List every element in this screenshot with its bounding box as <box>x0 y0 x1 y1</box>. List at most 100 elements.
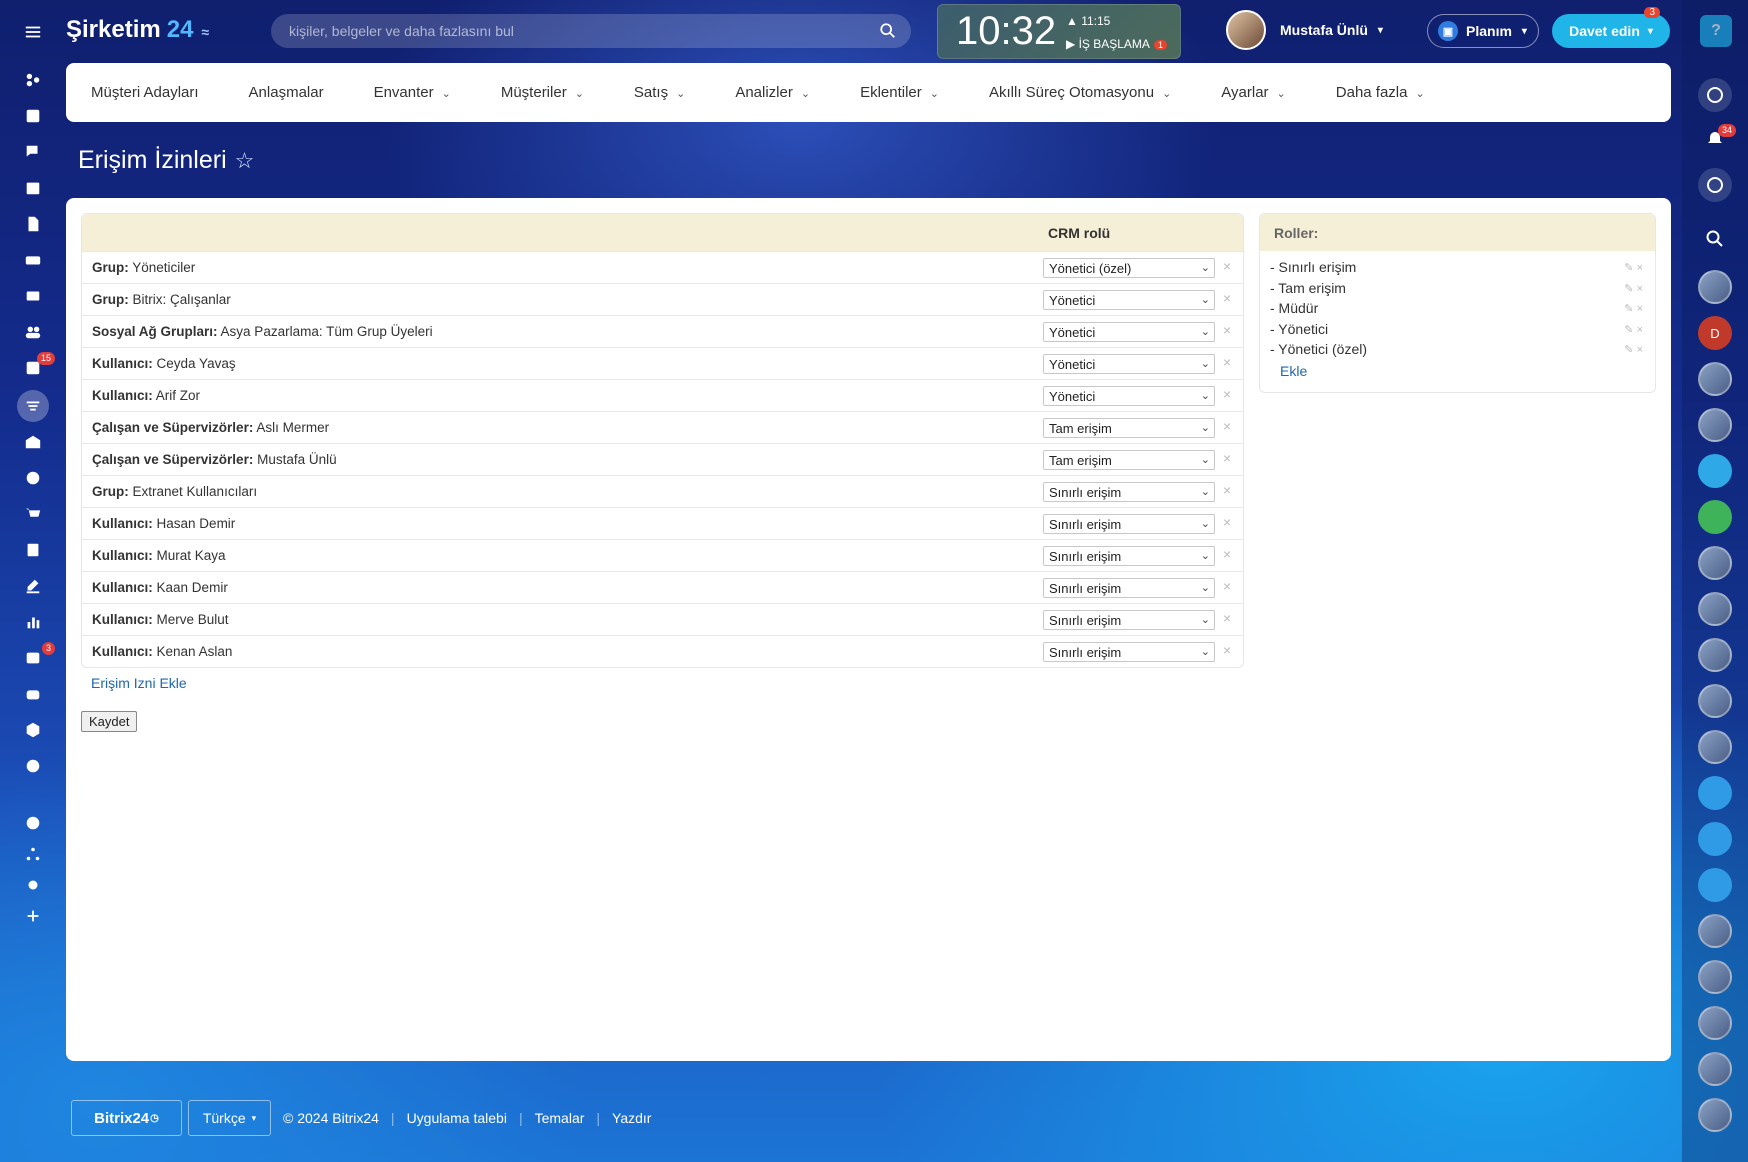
save-button[interactable]: Kaydet <box>81 711 138 732</box>
contact-avatar[interactable] <box>1698 1052 1732 1086</box>
contact-avatar[interactable]: D <box>1698 316 1732 350</box>
add-permission-link[interactable]: Erişim Izni Ekle <box>91 675 187 691</box>
sign-icon[interactable] <box>17 570 49 602</box>
contact-avatar[interactable] <box>1698 270 1732 304</box>
crm-icon[interactable] <box>17 390 49 422</box>
role-select[interactable]: Tam erişim ⌄ <box>1043 418 1215 438</box>
remove-icon[interactable]: × <box>1223 450 1231 466</box>
footer-logo[interactable]: Bitrix24 ◷ <box>71 1100 182 1136</box>
calendar-icon[interactable] <box>17 172 49 204</box>
language-selector[interactable]: Türkçe ▾ <box>188 1100 271 1136</box>
menu-item-6[interactable]: Eklentiler ⌄ <box>860 84 939 101</box>
themes-link[interactable]: Temalar <box>535 1110 585 1126</box>
chat-icon[interactable] <box>17 136 49 168</box>
remove-icon[interactable]: × <box>1223 418 1231 434</box>
edit-icon[interactable]: ✎ <box>1624 262 1633 274</box>
contacts-icon[interactable]: 3 <box>17 642 55 674</box>
remove-icon[interactable]: × <box>1223 322 1231 338</box>
menu-item-9[interactable]: Daha fazla ⌄ <box>1336 84 1425 101</box>
remove-icon[interactable]: × <box>1223 386 1231 402</box>
add-role-link[interactable]: Ekle <box>1280 363 1645 379</box>
delete-icon[interactable]: × <box>1637 303 1643 315</box>
work-clock[interactable]: 10:32 ▲ 11:15 ▶ İŞ BAŞLAMA 1 <box>937 4 1181 59</box>
contact-avatar[interactable] <box>1698 1006 1732 1040</box>
drive-icon[interactable] <box>17 244 49 276</box>
remove-icon[interactable]: × <box>1223 642 1231 658</box>
contact-avatar[interactable] <box>1698 684 1732 718</box>
messenger-icon[interactable] <box>1698 168 1732 202</box>
role-select[interactable]: Yönetici ⌄ <box>1043 386 1215 406</box>
copilot-icon[interactable] <box>1698 78 1732 112</box>
edit-icon[interactable]: ✎ <box>1624 303 1633 315</box>
bell-icon[interactable]: 34 <box>1698 122 1736 156</box>
role-select[interactable]: Sınırlı erişim ⌄ <box>1043 642 1215 662</box>
user-icon[interactable] <box>1698 776 1732 810</box>
menu-item-1[interactable]: Anlaşmalar <box>249 84 324 101</box>
workday-start[interactable]: ▶ İŞ BAŞLAMA 1 <box>1066 37 1167 51</box>
contact-avatar[interactable] <box>1698 638 1732 672</box>
remove-icon[interactable]: × <box>1223 482 1231 498</box>
search-icon[interactable] <box>1698 222 1732 256</box>
star-icon[interactable]: ☆ <box>235 148 255 173</box>
logo[interactable]: Şirketim 24 ≈ <box>66 16 209 44</box>
remove-icon[interactable]: × <box>1223 258 1231 274</box>
menu-item-3[interactable]: Müşteriler ⌄ <box>501 84 584 101</box>
contact-avatar[interactable] <box>1698 408 1732 442</box>
feed-icon[interactable] <box>17 100 49 132</box>
remove-icon[interactable]: × <box>1223 610 1231 626</box>
chat-group-icon[interactable] <box>1698 500 1732 534</box>
sites-icon[interactable] <box>17 462 49 494</box>
remove-icon[interactable]: × <box>1223 578 1231 594</box>
role-select[interactable]: Yönetici (özel) ⌄ <box>1043 258 1215 278</box>
contact-avatar[interactable] <box>1698 960 1732 994</box>
structure-icon[interactable] <box>17 838 49 870</box>
menu-item-0[interactable]: Müşteri Adayları <box>91 84 199 101</box>
help-icon[interactable] <box>17 807 49 839</box>
role-select[interactable]: Tam erişim ⌄ <box>1043 450 1215 470</box>
contact-avatar[interactable] <box>1698 730 1732 764</box>
robot-icon[interactable] <box>17 678 49 710</box>
role-select[interactable]: Sınırlı erişim ⌄ <box>1043 514 1215 534</box>
role-select[interactable]: Yönetici ⌄ <box>1043 322 1215 342</box>
menu-item-2[interactable]: Envanter ⌄ <box>374 84 451 101</box>
role-select[interactable]: Sınırlı erişim ⌄ <box>1043 482 1215 502</box>
contact-avatar[interactable] <box>1698 592 1732 626</box>
role-select[interactable]: Sınırlı erişim ⌄ <box>1043 546 1215 566</box>
delete-icon[interactable]: × <box>1637 262 1643 274</box>
search-icon[interactable] <box>879 22 897 40</box>
invite-button[interactable]: Davet edin ▾ 3 <box>1552 7 1670 48</box>
analytics-icon[interactable] <box>17 606 49 638</box>
settings-icon[interactable] <box>17 869 49 901</box>
contact-avatar[interactable] <box>1698 362 1732 396</box>
print-link[interactable]: Yazdır <box>612 1110 651 1126</box>
remove-icon[interactable]: × <box>1223 354 1231 370</box>
remove-icon[interactable]: × <box>1223 514 1231 530</box>
role-select[interactable]: Sınırlı erişim ⌄ <box>1043 610 1215 630</box>
activity-icon[interactable] <box>17 64 49 96</box>
groups-icon[interactable] <box>17 316 49 348</box>
delete-icon[interactable]: × <box>1637 283 1643 295</box>
role-select[interactable]: Sınırlı erişim ⌄ <box>1043 578 1215 598</box>
menu-item-4[interactable]: Satış ⌄ <box>634 84 685 101</box>
edit-icon[interactable]: ✎ <box>1624 344 1633 356</box>
menu-icon[interactable] <box>17 16 49 48</box>
more-icon[interactable] <box>17 750 49 782</box>
search-input[interactable]: kişiler, belgeler ve daha fazlasını bul <box>271 14 911 48</box>
forms-icon[interactable] <box>17 534 49 566</box>
remove-icon[interactable]: × <box>1223 290 1231 306</box>
inventory-icon[interactable] <box>17 714 49 746</box>
user-menu[interactable]: Mustafa Ünlü ▾ <box>1226 10 1383 50</box>
company-icon[interactable] <box>17 426 49 458</box>
edit-icon[interactable]: ✎ <box>1624 283 1633 295</box>
app-request-link[interactable]: Uygulama talebi <box>407 1110 507 1126</box>
role-select[interactable]: Yönetici ⌄ <box>1043 290 1215 310</box>
edit-icon[interactable]: ✎ <box>1624 324 1633 336</box>
delete-icon[interactable]: × <box>1637 344 1643 356</box>
shop-icon[interactable] <box>17 498 49 530</box>
user-icon[interactable] <box>1698 868 1732 902</box>
add-icon[interactable] <box>17 900 49 932</box>
delete-icon[interactable]: × <box>1637 324 1643 336</box>
role-select[interactable]: Yönetici ⌄ <box>1043 354 1215 374</box>
contact-avatar[interactable] <box>1698 914 1732 948</box>
chat-group-icon[interactable] <box>1698 454 1732 488</box>
